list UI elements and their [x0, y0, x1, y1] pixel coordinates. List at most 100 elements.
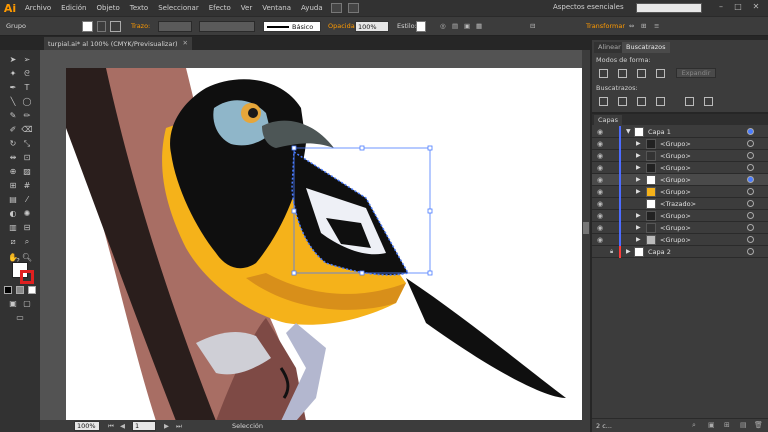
menu-seleccionar[interactable]: Seleccionar: [153, 0, 204, 16]
lock-icon[interactable]: 🔒︎: [610, 248, 613, 256]
expand-arrow-icon[interactable]: ▶: [636, 236, 641, 243]
slice-tool-icon[interactable]: ⧄: [7, 236, 19, 247]
handle-bottom-center[interactable]: [359, 270, 365, 276]
variable-width-dropdown[interactable]: [199, 21, 255, 32]
eye-icon[interactable]: ◉: [597, 140, 603, 148]
eye-icon[interactable]: ◉: [597, 224, 603, 232]
symbol-sprayer-tool-icon[interactable]: ✺: [21, 208, 33, 219]
minus-back-icon[interactable]: [704, 97, 713, 106]
page-field[interactable]: 1: [132, 421, 156, 431]
close-tab-icon[interactable]: ✕: [183, 39, 188, 47]
expand-arrow-icon[interactable]: ▶: [636, 140, 641, 147]
eye-icon[interactable]: ◉: [597, 212, 603, 220]
fill-dropdown-icon[interactable]: [97, 21, 106, 32]
exclude-icon[interactable]: [656, 69, 665, 78]
stroke-swatch[interactable]: [110, 21, 121, 32]
expand-arrow-icon[interactable]: ▶: [636, 176, 641, 183]
eraser-tool-icon[interactable]: ⌫: [21, 124, 33, 135]
pen-tool-icon[interactable]: ✒: [7, 82, 19, 93]
pencil-tool-icon[interactable]: ✏: [21, 110, 33, 121]
recolor-icon[interactable]: ◎: [440, 22, 446, 30]
eye-icon[interactable]: ◉: [597, 164, 603, 172]
new-layer-icon[interactable]: ▤: [740, 421, 747, 429]
draw-behind-icon[interactable]: ▢: [21, 298, 33, 309]
canvas-area[interactable]: [40, 50, 590, 420]
handle-middle-right[interactable]: [427, 208, 433, 214]
layer-name[interactable]: <Grupo>: [660, 140, 691, 148]
none-swatch-icon[interactable]: [28, 286, 36, 294]
sublayer-row[interactable]: ◉ ▶ <Grupo>: [592, 210, 768, 222]
graphic-style-swatch[interactable]: [416, 21, 426, 32]
previous-page-icon[interactable]: ◀: [120, 422, 125, 430]
free-transform-tool-icon[interactable]: ⊡: [21, 152, 33, 163]
expand-arrow-icon[interactable]: ▶: [636, 188, 641, 195]
sublayer-row[interactable]: ◉ ▶ <Grupo>: [592, 174, 768, 186]
lasso-tool-icon[interactable]: ᘓ: [21, 68, 33, 79]
trim-icon[interactable]: [618, 97, 627, 106]
menu-archivo[interactable]: Archivo: [20, 0, 56, 16]
draw-normal-icon[interactable]: ▣: [7, 298, 19, 309]
minimize-icon[interactable]: –: [717, 3, 725, 11]
layer-row[interactable]: ◉ ▼ Capa 1: [592, 126, 768, 138]
stroke-color-icon[interactable]: [20, 270, 34, 284]
sublayer-row[interactable]: ◉ <Trazado>: [592, 198, 768, 210]
layer-name[interactable]: <Grupo>: [660, 188, 691, 196]
layer-name[interactable]: <Grupo>: [660, 224, 691, 232]
eye-icon[interactable]: ◉: [597, 152, 603, 160]
handle-bottom-right[interactable]: [427, 270, 433, 276]
stroke-label[interactable]: Trazo:: [131, 22, 150, 30]
target-icon[interactable]: [747, 140, 754, 147]
magic-wand-tool-icon[interactable]: ✦: [7, 68, 19, 79]
workspace-switcher[interactable]: Aspectos esenciales: [553, 3, 624, 11]
target-icon[interactable]: [747, 164, 754, 171]
transform-link[interactable]: Transformar: [586, 22, 625, 30]
layer-row[interactable]: 🔒︎ ▶ Capa 2: [592, 246, 768, 258]
expand-arrow-icon[interactable]: ▶: [636, 152, 641, 159]
sublayer-row[interactable]: ◉ ▶ <Grupo>: [592, 186, 768, 198]
mesh-tool-icon[interactable]: #: [21, 180, 33, 191]
last-page-icon[interactable]: ⏭: [176, 422, 182, 431]
expand-button[interactable]: Expandir: [676, 68, 716, 78]
target-icon[interactable]: [747, 224, 754, 231]
eye-icon[interactable]: ◉: [597, 176, 603, 184]
tab-layers[interactable]: Capas: [594, 115, 623, 125]
target-icon[interactable]: [747, 248, 754, 255]
handle-top-left[interactable]: [291, 145, 297, 151]
panel-menu-icon[interactable]: ≡: [654, 22, 659, 30]
menu-objeto[interactable]: Objeto: [92, 0, 125, 16]
divide-icon[interactable]: [599, 97, 608, 106]
eye-icon[interactable]: ◉: [597, 188, 603, 196]
unite-icon[interactable]: [599, 69, 608, 78]
target-icon[interactable]: [747, 200, 754, 207]
shape-builder-tool-icon[interactable]: ⊕: [7, 166, 19, 177]
artboard-tool-icon[interactable]: ⊟: [21, 222, 33, 233]
artboard[interactable]: [66, 68, 582, 420]
width-tool-icon[interactable]: ⇹: [7, 152, 19, 163]
handle-bottom-left[interactable]: [291, 270, 297, 276]
gradient-swatch-icon[interactable]: [16, 286, 24, 294]
layer-name[interactable]: <Grupo>: [660, 164, 691, 172]
expand-arrow-icon[interactable]: ▶: [636, 164, 641, 171]
arrange-icon[interactable]: ⊞: [641, 22, 646, 30]
sublayer-row[interactable]: ◉ ▶ <Grupo>: [592, 138, 768, 150]
merge-icon[interactable]: [637, 97, 646, 106]
isolate-icon[interactable]: ▣: [464, 22, 470, 30]
blend-tool-icon[interactable]: ◐: [7, 208, 19, 219]
arrange-documents-icon[interactable]: [347, 3, 359, 13]
layer-name[interactable]: <Grupo>: [660, 212, 691, 220]
bridge-icon[interactable]: [330, 3, 342, 13]
intersect-icon[interactable]: [637, 69, 646, 78]
ellipse-tool-icon[interactable]: ◯: [21, 96, 33, 107]
screen-mode-icon[interactable]: ▭: [14, 312, 26, 323]
live-paint-tool-icon[interactable]: ▨: [21, 166, 33, 177]
new-sublayer-icon[interactable]: ⊞: [724, 421, 730, 429]
layer-name[interactable]: Capa 2: [648, 248, 671, 256]
scrollbar-thumb[interactable]: [583, 222, 589, 234]
brush-definition-dropdown[interactable]: Básico: [263, 21, 321, 32]
expand-arrow-icon[interactable]: ▶: [626, 248, 631, 255]
line-tool-icon[interactable]: ╲: [7, 96, 19, 107]
handle-middle-left[interactable]: [291, 208, 297, 214]
align-options-icon[interactable]: ⊟: [530, 22, 535, 30]
layer-name[interactable]: <Grupo>: [660, 152, 691, 160]
flip-icon[interactable]: ⇔: [629, 22, 634, 30]
